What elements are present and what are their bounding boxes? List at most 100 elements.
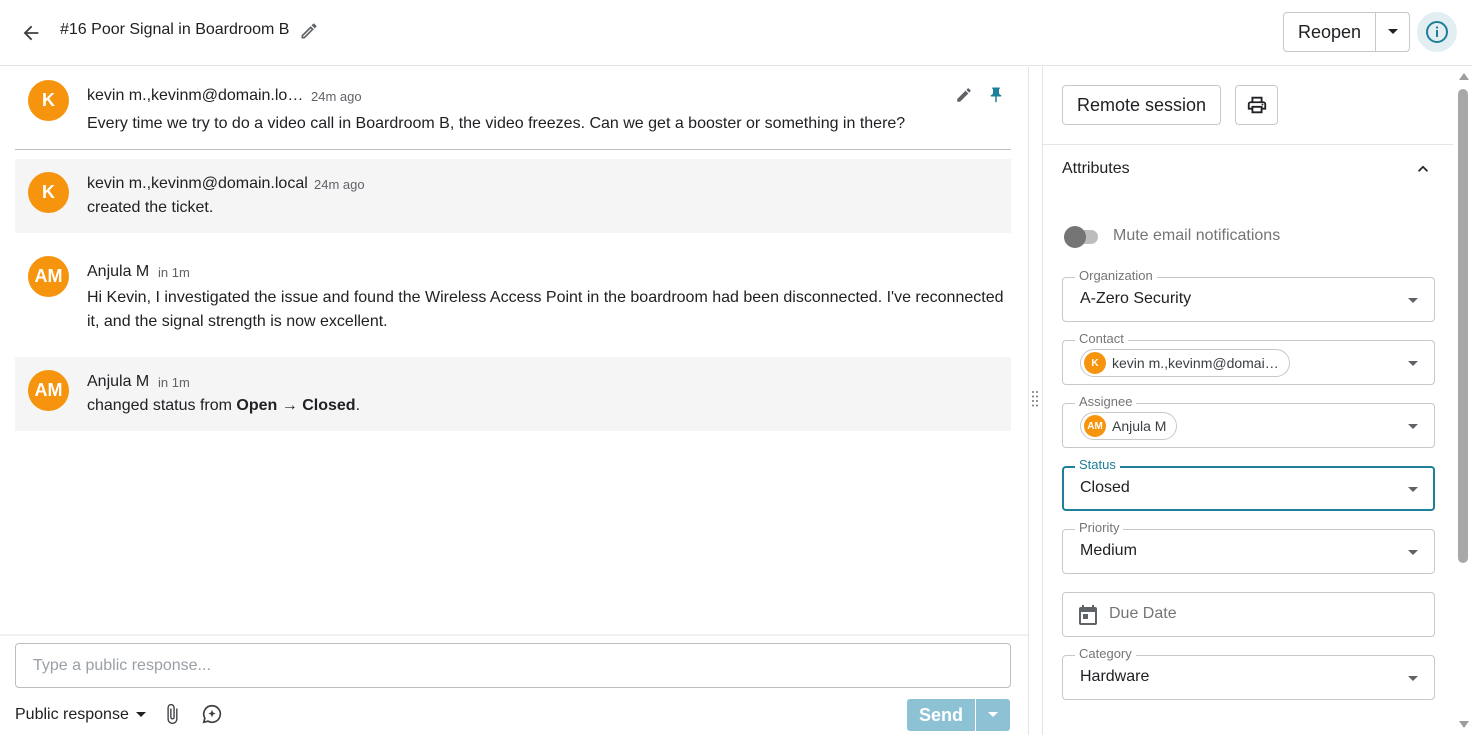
field-label: Category bbox=[1075, 647, 1136, 661]
caret-down-icon bbox=[1408, 487, 1418, 492]
mute-notifications-label: Mute email notifications bbox=[1113, 227, 1281, 244]
contact-select[interactable]: Contact K kevin m.,kevinm@domai… bbox=[1062, 332, 1435, 385]
activity-item: K kevin m.,kevinm@domain.local 24m ago c… bbox=[15, 159, 1011, 233]
category-select[interactable]: Category Hardware bbox=[1062, 647, 1435, 700]
caret-down-icon bbox=[1408, 550, 1418, 555]
info-button[interactable] bbox=[1417, 12, 1457, 52]
composer-divider bbox=[0, 634, 1028, 636]
field-label: Organization bbox=[1075, 269, 1157, 283]
activity-time: in 1m bbox=[158, 375, 190, 390]
caret-down-icon bbox=[1408, 676, 1418, 681]
page-title: #16 Poor Signal in Boardroom B bbox=[60, 21, 290, 38]
due-date-field[interactable]: Due Date bbox=[1062, 592, 1435, 637]
send-options-button[interactable] bbox=[975, 699, 1010, 731]
activity-author: kevin m.,kevinm@domain.local bbox=[87, 175, 308, 192]
activity-body: created the ticket. bbox=[87, 199, 214, 216]
status-arrow: → bbox=[281, 397, 298, 414]
panel-divider bbox=[1043, 144, 1453, 145]
response-type-label: Public response bbox=[15, 706, 129, 723]
scroll-up-arrow[interactable] bbox=[1459, 73, 1469, 80]
message-divider bbox=[15, 149, 1011, 150]
avatar: K bbox=[28, 80, 69, 121]
field-value: Closed bbox=[1080, 479, 1130, 496]
response-input[interactable] bbox=[15, 643, 1011, 688]
caret-down-icon bbox=[135, 712, 146, 717]
message-body-line: Hi Kevin, I investigated the issue and f… bbox=[87, 289, 1004, 306]
status-change-suffix: . bbox=[355, 397, 361, 414]
priority-select[interactable]: Priority Medium bbox=[1062, 521, 1435, 574]
remote-session-button[interactable]: Remote session bbox=[1062, 85, 1221, 125]
printer-icon bbox=[1247, 96, 1266, 114]
caret-down-icon bbox=[1408, 298, 1418, 303]
activity-item: AM Anjula M in 1m changed status from Op… bbox=[15, 357, 1011, 431]
field-label: Assignee bbox=[1075, 395, 1137, 409]
pin-message-button[interactable] bbox=[987, 86, 1007, 106]
chevron-up-icon bbox=[1418, 165, 1428, 172]
sparkle-chat-icon bbox=[202, 704, 222, 724]
mute-notifications-toggle[interactable] bbox=[1062, 225, 1108, 249]
assignee-select[interactable]: Assignee AM Anjula M bbox=[1062, 395, 1435, 448]
avatar: AM bbox=[28, 256, 69, 297]
paperclip-icon bbox=[167, 703, 178, 725]
reopen-button[interactable]: Reopen bbox=[1284, 13, 1376, 51]
reopen-button-group: Reopen bbox=[1283, 12, 1410, 52]
message-body-line: it, and the signal strength is now excel… bbox=[87, 313, 388, 330]
send-button-group: Send bbox=[907, 699, 1010, 731]
avatar: AM bbox=[1084, 415, 1106, 437]
field-value: Hardware bbox=[1080, 668, 1150, 685]
caret-down-icon bbox=[988, 712, 998, 717]
edit-message-button[interactable] bbox=[955, 86, 975, 106]
collapse-attributes-button[interactable] bbox=[1413, 159, 1433, 179]
avatar: K bbox=[1084, 352, 1106, 374]
caret-down-icon bbox=[1387, 29, 1398, 34]
print-button[interactable] bbox=[1235, 85, 1278, 125]
pencil-icon bbox=[957, 88, 971, 102]
message-time: 24m ago bbox=[311, 89, 362, 104]
panel-separator bbox=[1028, 67, 1029, 735]
response-type-dropdown[interactable]: Public response bbox=[15, 704, 147, 726]
drag-handle-icon bbox=[1032, 391, 1038, 407]
message-item: AM Anjula M in 1m Hi Kevin, I investigat… bbox=[15, 243, 1011, 345]
organization-select[interactable]: Organization A-Zero Security bbox=[1062, 269, 1435, 322]
caret-down-icon bbox=[1408, 361, 1418, 366]
status-from: Open bbox=[236, 397, 278, 414]
send-button[interactable]: Send bbox=[907, 699, 975, 731]
field-value: Medium bbox=[1080, 542, 1137, 559]
chip-label: kevin m.,kevinm@domai… bbox=[1112, 355, 1279, 371]
pin-icon bbox=[990, 87, 1002, 103]
assignee-chip[interactable]: AM Anjula M bbox=[1080, 412, 1178, 440]
attributes-section-title: Attributes bbox=[1062, 160, 1130, 177]
status-select[interactable]: Status Closed bbox=[1062, 458, 1435, 511]
activity-body: changed status from Open → Closed. bbox=[87, 394, 360, 418]
arrow-left-icon bbox=[23, 25, 39, 41]
resize-handle[interactable] bbox=[1031, 390, 1039, 408]
calendar-icon bbox=[1079, 605, 1097, 625]
field-value: A-Zero Security bbox=[1080, 290, 1192, 307]
edit-title-button[interactable] bbox=[299, 21, 321, 43]
ai-assist-button[interactable] bbox=[201, 703, 223, 725]
back-button[interactable] bbox=[18, 20, 44, 46]
field-label: Priority bbox=[1075, 521, 1124, 535]
ticket-thread: K kevin m.,kevinm@domain.lo… 24m ago Eve… bbox=[0, 67, 1028, 634]
chip-label: Anjula M bbox=[1112, 418, 1167, 434]
ticket-details-panel: Remote session Attributes Mute email not… bbox=[1043, 67, 1453, 735]
caret-down-icon bbox=[1408, 424, 1418, 429]
message-author: kevin m.,kevinm@domain.lo… bbox=[87, 87, 304, 104]
scroll-thumb[interactable] bbox=[1458, 89, 1468, 563]
scroll-down-arrow[interactable] bbox=[1459, 721, 1469, 728]
activity-time: 24m ago bbox=[314, 177, 365, 192]
pencil-icon bbox=[301, 23, 317, 39]
field-label: Contact bbox=[1075, 332, 1128, 346]
reopen-options-button[interactable] bbox=[1376, 13, 1409, 51]
toggle-thumb bbox=[1064, 226, 1086, 248]
status-to: Closed bbox=[302, 397, 356, 414]
message-body: Every time we try to do a video call in … bbox=[87, 115, 906, 132]
message-time: in 1m bbox=[158, 265, 190, 280]
avatar: K bbox=[28, 172, 69, 213]
message-item: K kevin m.,kevinm@domain.lo… 24m ago Eve… bbox=[15, 67, 1011, 149]
contact-chip[interactable]: K kevin m.,kevinm@domai… bbox=[1080, 349, 1290, 377]
activity-author: Anjula M bbox=[87, 373, 150, 390]
field-label: Status bbox=[1075, 458, 1120, 472]
panel-scrollbar[interactable] bbox=[1455, 67, 1472, 735]
attach-file-button[interactable] bbox=[161, 703, 183, 725]
